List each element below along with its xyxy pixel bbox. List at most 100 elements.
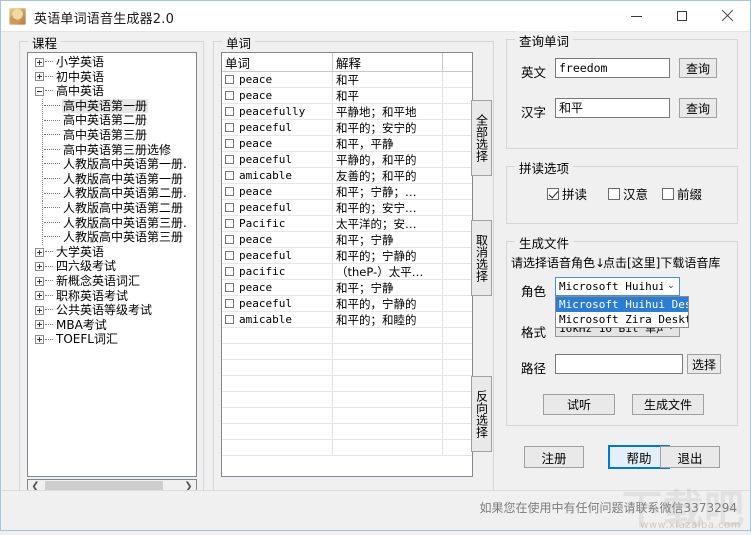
select-all-button[interactable]: 全部选择 (471, 100, 492, 176)
row-checkbox[interactable] (225, 107, 234, 116)
checkbox-pindu[interactable]: 拼读 (547, 184, 587, 203)
tree-node[interactable]: 高中英语第一册 (28, 98, 196, 114)
close-button[interactable] (704, 1, 749, 31)
table-row[interactable]: amicable 友善的；和平的 (222, 168, 472, 184)
tree-node[interactable]: 人教版高中英语第一册. (28, 156, 196, 172)
chevron-down-icon[interactable]: ⌄ (663, 278, 679, 295)
table-row[interactable]: peaceful 平静的，和平的 (222, 152, 472, 168)
maximize-button[interactable] (659, 1, 704, 31)
tree-node[interactable]: TOEFL词汇 (28, 332, 196, 347)
row-checkbox[interactable] (225, 235, 234, 244)
collapse-icon[interactable] (35, 86, 44, 96)
tree-node[interactable]: 大学英语 (28, 245, 196, 260)
table-row[interactable] (222, 408, 472, 424)
pindu-checkbox-box[interactable] (547, 187, 559, 200)
select-none-button[interactable]: 取消选择 (471, 220, 492, 296)
expand-icon[interactable] (35, 72, 44, 82)
tree-node[interactable]: 高中英语第三册 (28, 127, 196, 143)
row-checkbox[interactable] (225, 219, 234, 228)
chinese-input[interactable]: 和平 (555, 98, 670, 118)
exit-button[interactable]: 退出 (660, 446, 720, 468)
role-option-1[interactable]: Microsoft Zira Desktop - E (556, 312, 688, 327)
english-query-button[interactable]: 查询 (679, 58, 717, 78)
table-row[interactable] (222, 360, 472, 376)
register-button[interactable]: 注册 (524, 446, 584, 468)
row-checkbox[interactable] (225, 315, 234, 324)
table-row[interactable]: Pacific 太平洋的；安… (222, 216, 472, 232)
table-row[interactable] (222, 328, 472, 344)
select-invert-button[interactable]: 反向选择 (471, 376, 492, 452)
qianzhui-checkbox-box[interactable] (662, 187, 674, 200)
table-row[interactable] (222, 344, 472, 360)
tree-node[interactable]: 人教版高中英语第二册 (28, 200, 196, 216)
expand-icon[interactable] (35, 291, 44, 301)
tree-node[interactable]: 新概念英语词汇 (28, 274, 196, 289)
expand-icon[interactable] (35, 262, 44, 272)
table-row[interactable]: peaceful 和平的；安宁… (222, 200, 472, 216)
row-checkbox[interactable] (225, 75, 234, 84)
role-option-0[interactable]: Microsoft Huihui Desktop - (556, 297, 688, 312)
table-row[interactable] (222, 440, 472, 456)
table-row[interactable]: amicable 和平的；和睦的 (222, 312, 472, 328)
preview-button[interactable]: 试听 (543, 394, 615, 415)
table-row[interactable] (222, 424, 472, 440)
tree-node[interactable]: MBA考试 (28, 318, 196, 333)
expand-icon[interactable] (35, 276, 44, 286)
table-row[interactable]: pacific （theP-）太平… (222, 264, 472, 280)
table-row[interactable]: peace 和平；宁静；… (222, 184, 472, 200)
table-row[interactable]: peaceful 和平的，宁静的 (222, 296, 472, 312)
role-combobox[interactable]: Microsoft Huihui Deskt ⌄ (555, 277, 680, 296)
table-row[interactable] (222, 376, 472, 392)
tree-node[interactable]: 公共英语等级考试 (28, 303, 196, 318)
row-checkbox[interactable] (225, 91, 234, 100)
table-row[interactable]: peace 和平，平静 (222, 136, 472, 152)
tree-node[interactable]: 高中英语第三册选修 (28, 142, 196, 158)
row-checkbox[interactable] (225, 283, 234, 292)
row-checkbox[interactable] (225, 187, 234, 196)
table-row[interactable]: peaceful 和平的；安宁的 (222, 120, 472, 136)
table-row[interactable] (222, 392, 472, 408)
tree-node[interactable]: 四六级考试 (28, 259, 196, 274)
path-browse-button[interactable]: 选择 (687, 354, 721, 374)
expand-icon[interactable] (35, 335, 44, 345)
word-grid[interactable]: 单词 解释 peace 和平 peace 和平 peacefully 平静地；和平地 pea… (221, 52, 473, 477)
tree-node[interactable]: 人教版高中英语第二册. (28, 186, 196, 202)
tree-node[interactable]: 小学英语 (28, 55, 196, 70)
table-row[interactable]: peaceful 和平的；宁静的 (222, 248, 472, 264)
expand-icon[interactable] (35, 57, 44, 67)
table-row[interactable]: peace 和平；宁静 (222, 232, 472, 248)
row-checkbox[interactable] (225, 155, 234, 164)
expand-icon[interactable] (35, 247, 44, 257)
row-checkbox[interactable] (225, 171, 234, 180)
checkbox-hanyi[interactable]: 汉意 (608, 184, 648, 203)
table-row[interactable]: peace 和平 (222, 72, 472, 88)
tree-node[interactable]: 高中英语 (28, 84, 196, 99)
tree-node[interactable]: 职称英语考试 (28, 289, 196, 304)
expand-icon[interactable] (35, 320, 44, 330)
row-checkbox[interactable] (225, 251, 234, 260)
tree-node[interactable]: 人教版高中英语第三册. (28, 215, 196, 231)
course-tree[interactable]: 小学英语 初中英语 高中英语 高中英语第一册 高中英语第二册 高中英语第三册 高中英语第三册… (27, 52, 197, 477)
tree-node[interactable]: 初中英语 (28, 70, 196, 85)
generate-file-button[interactable]: 生成文件 (632, 394, 704, 415)
row-checkbox[interactable] (225, 123, 234, 132)
row-checkbox[interactable] (225, 203, 234, 212)
role-dropdown-list[interactable]: Microsoft Huihui Desktop - Microsoft Zir… (555, 296, 689, 328)
english-input[interactable]: freedom (555, 58, 670, 78)
tree-node[interactable]: 人教版高中英语第一册 (28, 171, 196, 187)
path-input[interactable] (555, 354, 683, 374)
tree-node[interactable]: 人教版高中英语第三册 (28, 229, 196, 245)
table-row[interactable]: peacefully 平静地；和平地 (222, 104, 472, 120)
checkbox-qianzhui[interactable]: 前缀 (662, 184, 702, 203)
tree-node[interactable]: 高中英语第二册 (28, 113, 196, 129)
expand-icon[interactable] (35, 305, 44, 315)
table-row[interactable]: peace 和平；宁静 (222, 280, 472, 296)
minimize-button[interactable] (614, 1, 659, 31)
row-checkbox[interactable] (225, 139, 234, 148)
hanyi-checkbox-box[interactable] (608, 187, 620, 200)
table-row[interactable]: peace 和平 (222, 88, 472, 104)
row-checkbox[interactable] (225, 267, 234, 276)
chinese-query-button[interactable]: 查询 (679, 98, 717, 118)
download-voice-link[interactable]: 点击[这里]下载语音库 (603, 254, 720, 271)
row-checkbox[interactable] (225, 299, 234, 308)
